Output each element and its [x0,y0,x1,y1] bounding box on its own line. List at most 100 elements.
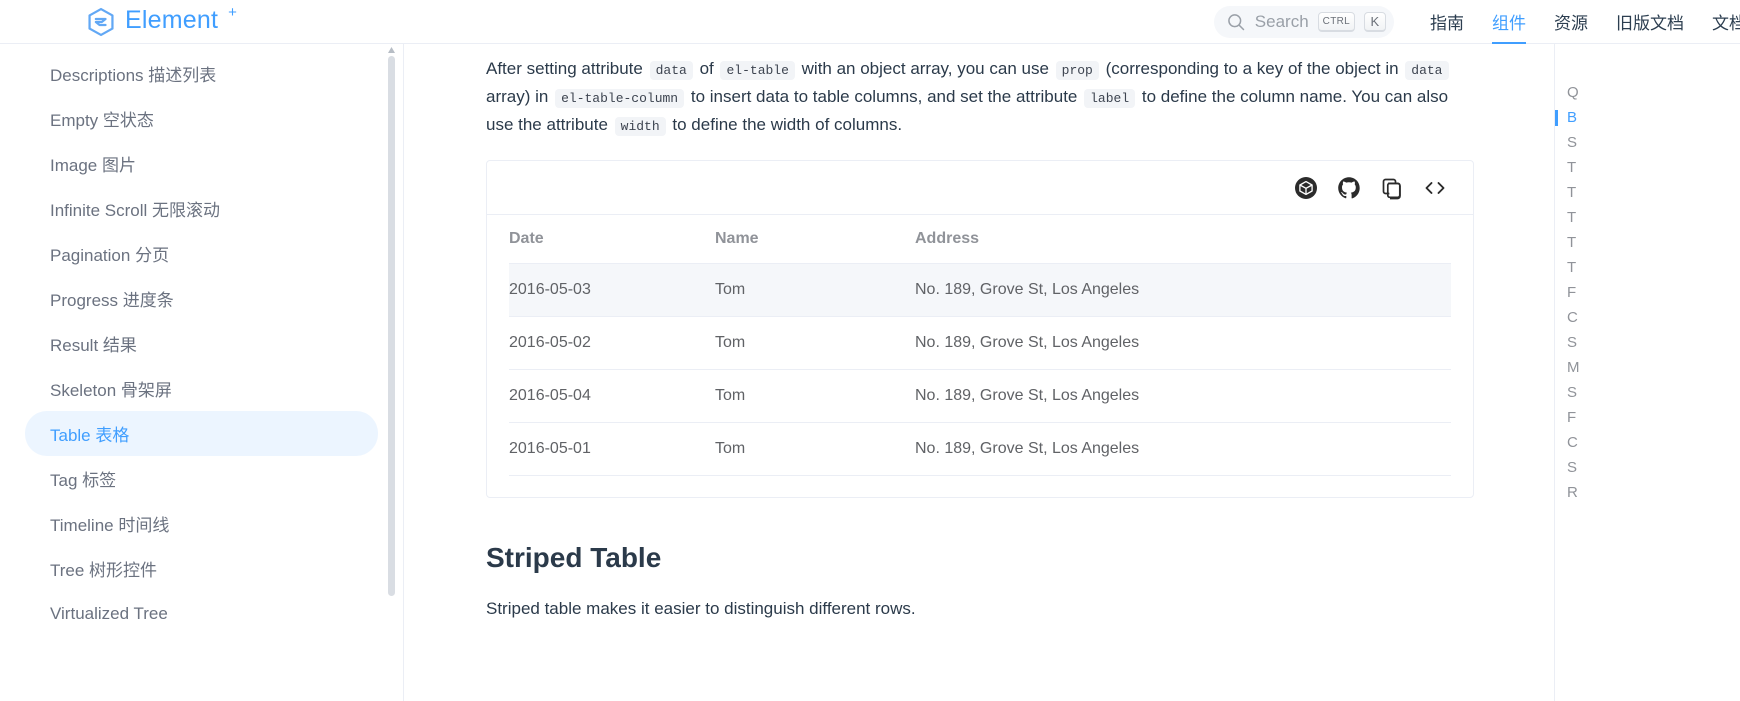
para-text-1: After setting attribute [486,59,643,78]
table-row[interactable]: 2016-05-01 Tom No. 189, Grove St, Los An… [509,422,1451,476]
table-head: Date Name Address [509,215,1451,264]
table-row[interactable]: 2016-05-03 Tom No. 189, Grove St, Los An… [509,263,1451,317]
sidebar-scrollbar[interactable] [388,44,395,701]
toc-item[interactable]: S [1555,455,1740,480]
header-right: Search CTRL K 指南 组件 资源 旧版文档 文档 [1213,0,1740,44]
sidebar-scrollbar-thumb[interactable] [388,56,395,596]
brand-logo-link[interactable]: Element + [86,0,237,44]
search-label: Search [1254,11,1309,31]
sidebar-item-pagination[interactable]: Pagination 分页 [25,231,378,276]
cell-name: Tom [715,263,915,317]
toc-item[interactable]: F [1555,405,1740,430]
para-text-2: of [699,59,714,78]
cell-date: 2016-05-02 [509,316,715,370]
table-of-contents: Q B S T T T T T F C S M S F C S R [1554,44,1740,701]
cell-address: No. 189, Grove St, Los Angeles [915,316,1451,370]
element-plus-logo-icon [86,7,116,37]
app-root: Element + Search CTRL K 指南 组件 资源 旧版文档 文档… [0,0,1740,701]
brand-plus: + [228,4,237,21]
toc-item[interactable]: R [1555,480,1740,505]
toc-item[interactable]: Q [1555,80,1740,105]
sidebar: Descriptions 描述列表 Empty 空状态 Image 图片 Inf… [0,44,404,701]
toc-item[interactable]: S [1555,130,1740,155]
code-brackets-icon[interactable] [1423,176,1447,200]
nav-item-legacy-docs[interactable]: 旧版文档 [1602,0,1698,44]
nav-item-guide[interactable]: 指南 [1416,0,1478,44]
search-button[interactable]: Search CTRL K [1213,5,1394,38]
cell-date: 2016-05-01 [509,422,715,476]
para-text-5: array) in [486,87,549,106]
kbd-k: K [1364,11,1386,32]
cell-address: No. 189, Grove St, Los Angeles [915,422,1451,476]
main-content: After setting attribute data of el-table… [404,44,1554,701]
code-prop: prop [1055,61,1099,80]
nav-item-components[interactable]: 组件 [1478,0,1540,44]
striped-table-paragraph: Striped table makes it easier to disting… [486,598,916,618]
toc-item[interactable]: T [1555,230,1740,255]
toc-item[interactable]: S [1555,330,1740,355]
table-row[interactable]: 2016-05-04 Tom No. 189, Grove St, Los An… [509,369,1451,423]
code-el-table: el-table [720,61,795,80]
nav-item-docs[interactable]: 文档 [1698,0,1740,44]
column-header-address[interactable]: Address [915,215,1451,264]
para-text-8: to define the width of columns. [672,115,903,134]
site-header: Element + Search CTRL K 指南 组件 资源 旧版文档 文档 [0,0,1740,44]
sidebar-item-descriptions[interactable]: Descriptions 描述列表 [25,51,378,96]
table-body: 2016-05-03 Tom No. 189, Grove St, Los An… [509,263,1451,476]
github-icon[interactable] [1337,176,1361,200]
sidebar-item-timeline[interactable]: Timeline 时间线 [25,501,378,546]
nav-item-resources[interactable]: 资源 [1540,0,1602,44]
intro-paragraph: After setting attribute data of el-table… [486,56,1474,140]
toc-item[interactable]: T [1555,255,1740,280]
code-data-2: data [1405,61,1449,80]
cell-name: Tom [715,369,915,423]
cell-date: 2016-05-03 [509,263,715,317]
sidebar-item-progress[interactable]: Progress 进度条 [25,276,378,321]
kbd-ctrl: CTRL [1317,11,1355,32]
demo-action-bar [487,161,1473,215]
column-header-date[interactable]: Date [509,215,715,264]
codesandbox-icon[interactable] [1294,176,1318,200]
cell-address: No. 189, Grove St, Los Angeles [915,369,1451,423]
demo-card: Date Name Address 2016-05-03 Tom No. 189… [486,160,1474,498]
code-data: data [649,61,693,80]
main-nav: 指南 组件 资源 旧版文档 文档 [1416,0,1740,44]
code-label: label [1084,89,1136,108]
toc-item[interactable]: C [1555,305,1740,330]
table-row[interactable]: 2016-05-02 Tom No. 189, Grove St, Los An… [509,316,1451,370]
code-width: width [614,117,666,136]
sidebar-item-empty[interactable]: Empty 空状态 [25,96,378,141]
section-title-striped-table: Striped Table [486,541,662,573]
sidebar-list: Descriptions 描述列表 Empty 空状态 Image 图片 Inf… [0,44,403,636]
toc-item[interactable]: C [1555,430,1740,455]
para-text-3: with an object array, you can use [801,59,1049,78]
data-table: Date Name Address 2016-05-03 Tom No. 189… [509,215,1451,476]
brand-name: Element [125,6,219,34]
sidebar-item-skeleton[interactable]: Skeleton 骨架屏 [25,366,378,411]
sidebar-item-infinite-scroll[interactable]: Infinite Scroll 无限滚动 [25,186,378,231]
toc-item[interactable]: F [1555,280,1740,305]
sidebar-item-table[interactable]: Table 表格 [25,411,378,456]
sidebar-item-tag[interactable]: Tag 标签 [25,456,378,501]
doc-body: After setting attribute data of el-table… [404,44,1554,622]
sidebar-item-tree[interactable]: Tree 树形控件 [25,546,378,591]
cell-name: Tom [715,316,915,370]
cell-date: 2016-05-04 [509,369,715,423]
para-text-4: (corresponding to a key of the object in [1105,59,1399,78]
sidebar-item-image[interactable]: Image 图片 [25,141,378,186]
demo-preview: Date Name Address 2016-05-03 Tom No. 189… [487,215,1473,497]
column-header-name[interactable]: Name [715,215,915,264]
para-text-6: to insert data to table columns, and set… [690,87,1078,106]
scroll-up-arrow-icon[interactable] [388,46,395,56]
toc-item[interactable]: S [1555,380,1740,405]
toc-item[interactable]: T [1555,180,1740,205]
sidebar-item-virtualized-tree[interactable]: Virtualized Tree [25,591,378,636]
sidebar-item-result[interactable]: Result 结果 [25,321,378,366]
table-header-row: Date Name Address [509,215,1451,264]
toc-item[interactable]: T [1555,205,1740,230]
toc-item[interactable]: T [1555,155,1740,180]
toc-item[interactable]: B [1555,105,1740,130]
copy-icon[interactable] [1380,176,1404,200]
toc-item[interactable]: M [1555,355,1740,380]
cell-address: No. 189, Grove St, Los Angeles [915,263,1451,317]
